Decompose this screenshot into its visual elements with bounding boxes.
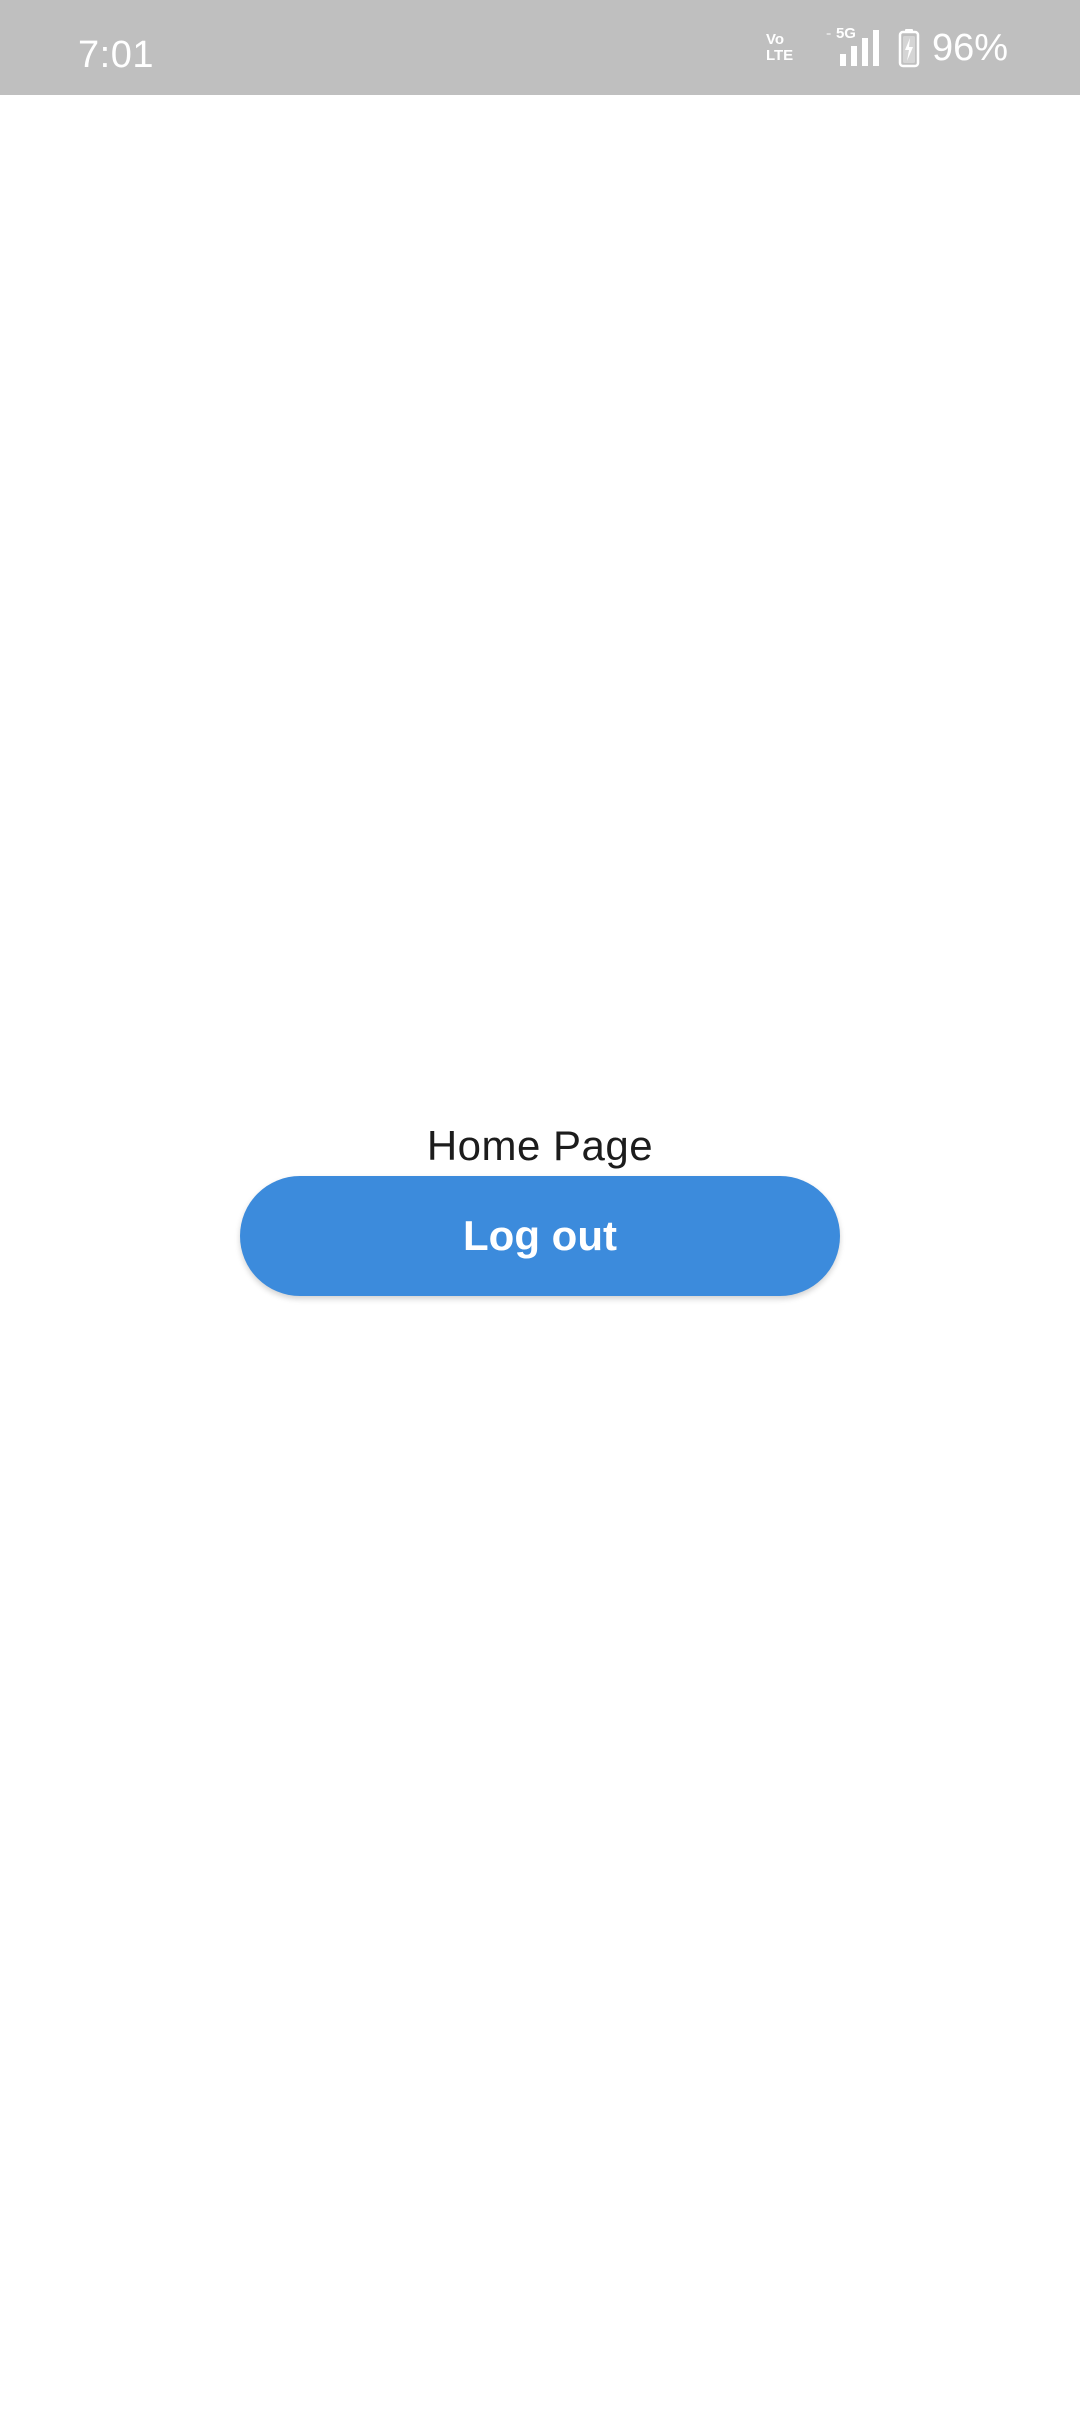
logout-button[interactable]: Log out	[240, 1176, 840, 1296]
signal-icon	[839, 29, 879, 66]
page-title: Home Page	[426, 1122, 654, 1169]
volte-bottom-label: LTE	[765, 46, 794, 64]
volte-icon: Vo LTE	[766, 28, 806, 68]
status-icons: Vo LTE ⁼ 5G 96%	[766, 0, 1008, 95]
status-time: 7:01	[78, 34, 154, 76]
battery-percentage: 96%	[931, 26, 1008, 69]
battery-charging-icon	[898, 28, 920, 67]
volte-top-label: Vo	[765, 30, 784, 48]
signal-indicator: ⁼ 5G	[825, 26, 886, 68]
status-bar: 7:01 Vo LTE ⁼ 5G 96%	[0, 0, 1080, 95]
network-activity-icon: ⁼	[825, 30, 832, 42]
